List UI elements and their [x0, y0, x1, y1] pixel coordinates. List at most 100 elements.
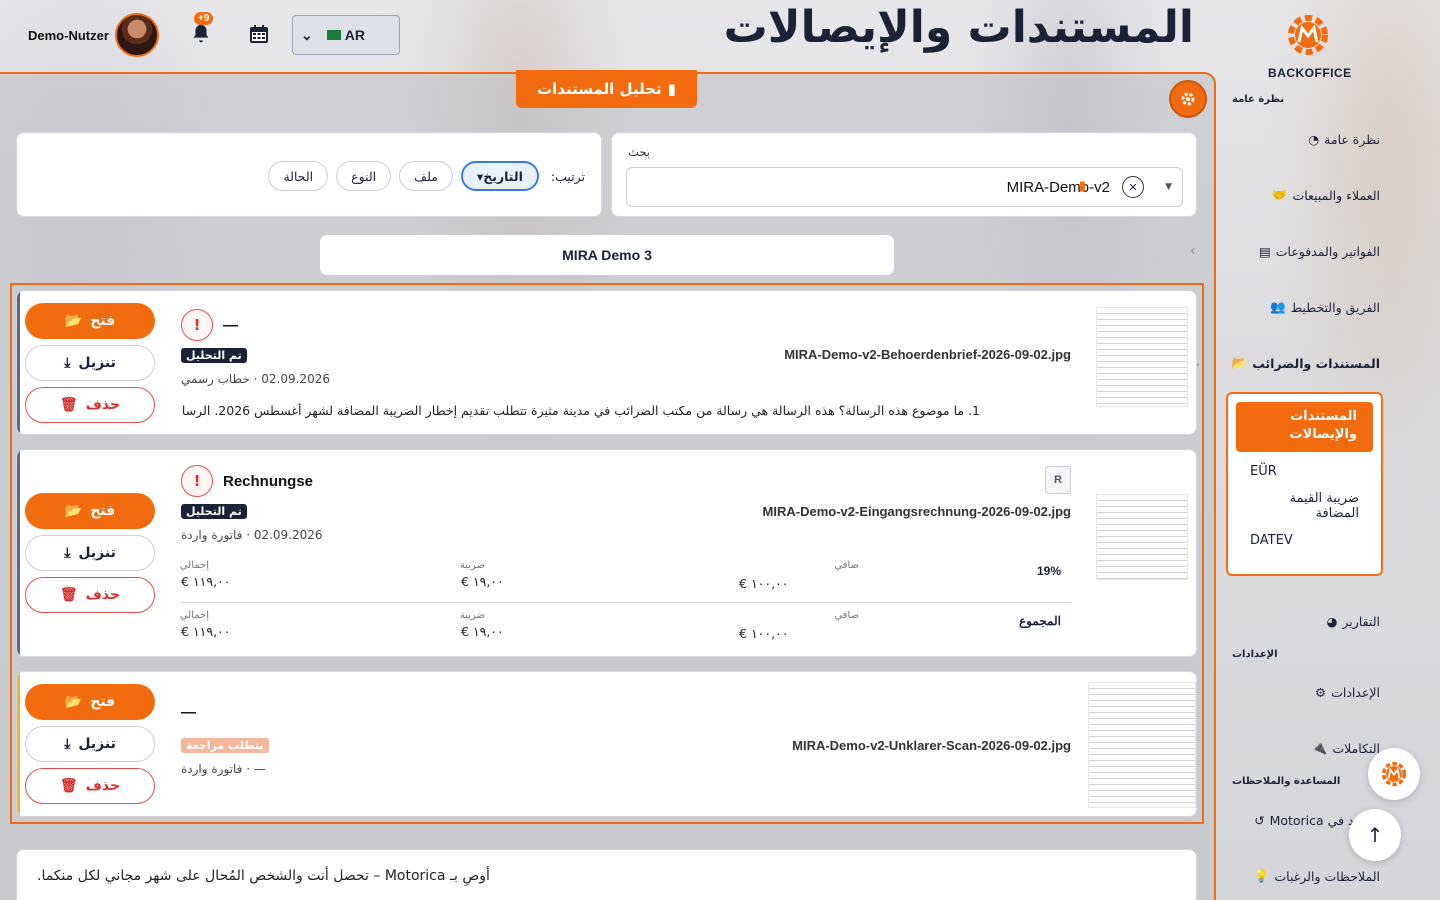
delete-button[interactable]: حذف 🗑	[25, 768, 155, 804]
download-label: تنزيل	[78, 736, 116, 752]
document-filename: MIRA-Demo-v2-Eingangsrechnung-2026-09-02…	[762, 504, 1071, 519]
invoice-icon: ▤	[1258, 243, 1271, 259]
submenu-item-vat[interactable]: ضريبة القيمة المضافة	[1228, 485, 1381, 527]
status-stripe	[17, 291, 20, 434]
sidebar-item-label: المستندات والضرائب	[1252, 355, 1380, 371]
avatar[interactable]	[114, 13, 159, 57]
calendar-icon[interactable]	[249, 24, 269, 44]
sidebar-section-overview: نظرة عامة	[1232, 94, 1284, 105]
sidebar-item-reports[interactable]: التقارير◕ ›	[1190, 608, 1380, 634]
download-button[interactable]: تنزيل ⤓	[25, 345, 155, 381]
document-meta: 02.09.2026 · خطاب رسمي	[181, 372, 330, 386]
sidebar-section-settings: الإعدادات	[1232, 649, 1278, 660]
sidebar-item-settings[interactable]: الإعدادات⚙ ›	[1190, 679, 1380, 705]
lightbulb-icon: 💡	[1253, 868, 1270, 883]
tab-document-analysis[interactable]: ▮ تحليل المستندات	[516, 70, 697, 108]
net-value: € ١٠٠,٠٠	[739, 576, 789, 591]
sidebar-item-label: التقارير	[1342, 613, 1380, 629]
delete-button[interactable]: حذف 🗑	[25, 387, 155, 423]
trash-icon: 🗑	[59, 778, 78, 794]
scroll-to-top-button[interactable]: ↑	[1349, 809, 1401, 861]
history-icon: ↺	[1254, 812, 1265, 828]
pie-chart-icon: ◕	[1326, 613, 1338, 629]
sidebar-item-label: الملاحظات والرغبات	[1274, 868, 1380, 884]
documents-submenu: المستندات والإيصالات EÜR ضريبة القيمة ال…	[1226, 392, 1383, 576]
tax-label: ضريبة	[459, 610, 485, 621]
submenu-item-eur[interactable]: EÜR	[1228, 458, 1381, 485]
folder-open-icon: 📂	[64, 694, 83, 710]
vat-total-label: المجموع	[1019, 614, 1061, 628]
handshake-icon: 🤝	[1271, 187, 1288, 202]
document-thumbnail[interactable]	[1096, 494, 1188, 580]
download-label: تنزيل	[78, 545, 116, 561]
submenu-item-datev[interactable]: DATEV	[1228, 527, 1381, 554]
brand-logo[interactable]: BACKOFFICE	[1268, 12, 1351, 80]
document-meta: — · فاتورة واردة	[181, 762, 266, 776]
delete-button[interactable]: حذف 🗑	[25, 577, 155, 613]
gross-value: € ١١٩,٠٠	[181, 624, 231, 639]
gear-logo-icon	[1288, 15, 1328, 55]
language-select[interactable]: ⌄ AR	[292, 15, 400, 55]
document-card: فتح 📂 تنزيل ⤓ حذف 🗑 ! — تم التحليل 02.09.20…	[16, 290, 1197, 435]
open-button[interactable]: فتح 📂	[25, 684, 155, 720]
sidebar-item-customers[interactable]: العملاء والمبيعات🤝 ›	[1190, 182, 1380, 208]
bell-icon[interactable]	[190, 22, 212, 46]
settings-button[interactable]	[1169, 80, 1207, 118]
document-thumbnail[interactable]	[1096, 307, 1188, 407]
sidebar-item-feedback[interactable]: الملاحظات والرغبات 💡	[1190, 863, 1380, 889]
open-button[interactable]: فتح 📂	[25, 303, 155, 339]
tax-value: € ١٩,٠٠	[461, 624, 504, 639]
referral-text: أوصِ بـ Motorica – تحصل أنت والشخص المُح…	[37, 868, 490, 884]
flag-icon	[326, 30, 341, 40]
document-thumbnail[interactable]	[1088, 682, 1196, 808]
sort-chip-file[interactable]: ملف	[399, 161, 453, 191]
delete-label: حذف	[85, 778, 121, 794]
notification-badge: +9	[194, 12, 214, 25]
sidebar-item-team[interactable]: الفريق والتخطيط👥 ›	[1190, 294, 1380, 320]
gross-label: إجمالي	[179, 560, 209, 571]
group-header: MIRA Demo 3	[319, 234, 895, 276]
status-stripe	[17, 672, 20, 816]
chevron-down-icon[interactable]: ▼	[1165, 182, 1172, 192]
trash-icon: 🗑	[59, 587, 78, 603]
search-value: MIRA-Demo-v2	[1006, 178, 1110, 196]
assistant-button[interactable]	[1368, 748, 1420, 800]
download-icon: ⤓	[64, 545, 71, 561]
sort-chip-type[interactable]: النوع	[336, 161, 392, 191]
download-button[interactable]: تنزيل ⤓	[25, 726, 155, 762]
document-filename: MIRA-Demo-v2-Behoerdenbrief-2026-09-02.j…	[784, 347, 1071, 362]
status-badge: تم التحليل	[181, 504, 247, 519]
vat-row: 19% صافي € ١٠٠,٠٠ ضريبة € ١٩,٠٠ إجمالي €…	[179, 560, 1071, 600]
sort-chip-status[interactable]: الحالة	[268, 161, 329, 191]
status-badge: يتطلب مراجعة	[181, 738, 269, 753]
clear-icon[interactable]: ✕	[1122, 176, 1144, 198]
team-icon: 👥	[1269, 299, 1286, 314]
sidebar-item-documents[interactable]: المستندات والضرائب📂 ⌄	[1190, 350, 1380, 376]
submenu-item-documents-receipts[interactable]: المستندات والإيصالات	[1236, 402, 1373, 452]
sidebar-item-label: الفواتير والمدفوعات	[1275, 243, 1380, 259]
sort-chip-date[interactable]: التاريخ▾	[460, 161, 539, 191]
sidebar-item-integrations[interactable]: التكاملات🔌 ›	[1190, 735, 1380, 761]
document-actions: فتح 📂 تنزيل ⤓ حذف 🗑	[25, 684, 155, 804]
sidebar-item-invoices[interactable]: الفواتير والمدفوعات▤ ›	[1190, 238, 1380, 264]
sidebar-item-label: الإعدادات	[1331, 684, 1380, 700]
download-button[interactable]: تنزيل ⤓	[25, 535, 155, 571]
alert-icon: !	[181, 309, 213, 341]
gross-value: € ١١٩,٠٠	[181, 574, 231, 589]
referral-banner: أوصِ بـ Motorica – تحصل أنت والشخص المُح…	[16, 849, 1197, 900]
document-actions: فتح 📂 تنزيل ⤓ حذف 🗑	[25, 303, 155, 423]
arrow-up-icon: ↑	[1366, 823, 1384, 847]
net-value: € ١٠٠,٠٠	[739, 626, 789, 641]
search-label: بحث	[628, 145, 650, 159]
sidebar-item-label: التكاملات	[1332, 740, 1380, 756]
folder-open-icon: 📂	[1231, 355, 1248, 370]
user-name: Demo-Nutzer	[28, 27, 109, 43]
tax-label: ضريبة	[459, 560, 485, 571]
sidebar-item-overview[interactable]: نظرة عامة ◔	[1190, 126, 1380, 152]
folder-open-icon: 📂	[64, 313, 83, 329]
search-input[interactable]: MIRA-Demo-v2 ▮ ✕ ▼	[626, 167, 1183, 207]
delete-label: حذف	[85, 397, 121, 413]
open-button[interactable]: فتح 📂	[25, 493, 155, 529]
plug-icon: 🔌	[1311, 740, 1328, 755]
user-menu[interactable]: Demo-Nutzer	[28, 13, 159, 57]
